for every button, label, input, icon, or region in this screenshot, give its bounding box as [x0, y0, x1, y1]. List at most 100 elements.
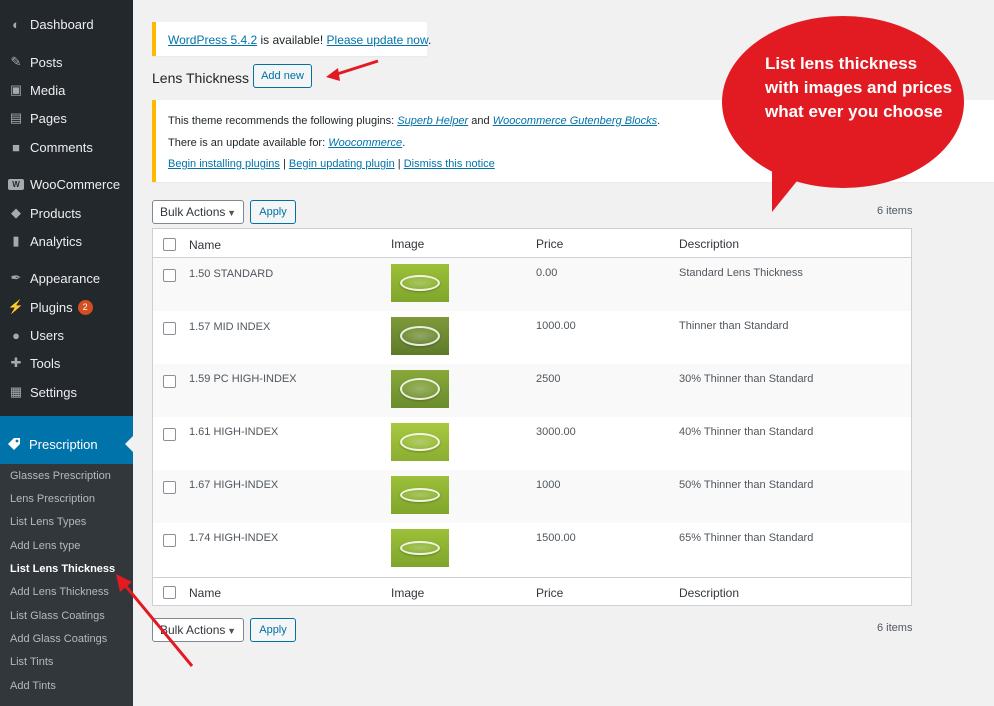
row-price: 1500.00 [536, 532, 576, 544]
lens-image-icon [400, 378, 440, 400]
woocommerce-link[interactable]: Woocommerce [328, 137, 402, 149]
row-description: 30% Thinner than Standard [679, 373, 814, 385]
sidebar-item-posts[interactable]: ✎ Posts [0, 50, 133, 74]
submenu-item[interactable]: List Tints [10, 656, 53, 668]
row-name[interactable]: 1.57 MID INDEX [189, 321, 270, 333]
row-checkbox[interactable] [163, 269, 176, 282]
submenu-item[interactable]: Add Tints [10, 680, 56, 692]
sidebar-item-products[interactable]: ◆ Products [0, 201, 133, 225]
column-header-image: Image [391, 237, 425, 251]
superb-helper-link[interactable]: Superb Helper [397, 115, 468, 127]
sidebar-item-pages[interactable]: ▤ Pages [0, 106, 133, 130]
column-header-name[interactable]: Name [189, 238, 221, 252]
column-footer-description[interactable]: Description [679, 586, 739, 600]
row-description: Thinner than Standard [679, 320, 789, 332]
bulk-actions-select-top[interactable]: Bulk Actions ▼ [152, 200, 244, 224]
lens-image-icon [400, 433, 440, 451]
sidebar-item-label: WooCommerce [30, 176, 121, 192]
apply-button-top[interactable]: Apply [250, 200, 296, 224]
submenu-item[interactable]: List Lens Types [10, 516, 86, 528]
row-checkbox[interactable] [163, 322, 176, 335]
row-price: 1000 [536, 479, 561, 491]
add-new-button[interactable]: Add new [253, 64, 312, 88]
column-header-price[interactable]: Price [536, 237, 563, 251]
row-name[interactable]: 1.74 HIGH-INDEX [189, 532, 278, 544]
submenu-item[interactable]: Add Lens Thickness [10, 586, 109, 598]
page-title: Lens Thickness [152, 70, 250, 86]
row-checkbox[interactable] [163, 481, 176, 494]
column-footer-image: Image [391, 586, 425, 600]
row-price: 0.00 [536, 267, 558, 279]
comments-icon: ■ [12, 139, 20, 155]
sidebar-item-label: Pages [30, 110, 67, 126]
lens-thickness-table: Name Image Price Description 1.50 STANDA… [152, 228, 912, 606]
sidebar-item-analytics[interactable]: ▮ Analytics [0, 229, 133, 253]
submenu-item[interactable]: Glasses Prescription [10, 470, 111, 482]
sidebar-item-plugins[interactable]: ⚡ Plugins 2 [0, 295, 133, 319]
sidebar-item-media[interactable]: ▣ Media [0, 78, 133, 102]
lens-thumbnail [391, 317, 449, 355]
sidebar-item-label: Comments [30, 139, 93, 155]
sidebar-item-woocommerce[interactable]: W WooCommerce [0, 172, 133, 196]
begin-installing-plugins-link[interactable]: Begin installing plugins [168, 158, 280, 170]
select-all-checkbox[interactable] [163, 238, 176, 251]
sidebar-item-label: Settings [30, 384, 77, 400]
items-count-top: 6 items [877, 205, 913, 217]
table-row: 1.74 HIGH-INDEX 1500.00 65% Thinner than… [153, 523, 911, 576]
row-name[interactable]: 1.67 HIGH-INDEX [189, 479, 278, 491]
table-row: 1.61 HIGH-INDEX 3000.00 40% Thinner than… [153, 417, 911, 470]
submenu-item[interactable]: Add Glass Coatings [10, 633, 107, 645]
update-notice-middle: is available! [257, 33, 327, 47]
sidebar-item-dashboard[interactable]: ◐ Dashboard [0, 12, 133, 36]
dashboard-icon: ◐ [12, 16, 20, 32]
row-name[interactable]: 1.61 HIGH-INDEX [189, 426, 278, 438]
plugin-notice-and: and [468, 115, 493, 127]
pin-icon: ✎ [10, 54, 22, 69]
sidebar-item-comments[interactable]: ■ Comments [0, 135, 133, 159]
table-row: 1.67 HIGH-INDEX 1000 50% Thinner than St… [153, 470, 911, 523]
apply-button-bottom[interactable]: Apply [250, 618, 296, 642]
please-update-link[interactable]: Please update now [327, 33, 428, 47]
dismiss-notice-link[interactable]: Dismiss this notice [404, 158, 495, 170]
lens-image-icon [400, 541, 440, 555]
appearance-icon: ✒ [10, 270, 22, 285]
tag-icon [6, 436, 22, 452]
column-header-description[interactable]: Description [679, 237, 739, 251]
row-checkbox[interactable] [163, 534, 176, 547]
gutenberg-blocks-link[interactable]: Woocommerce Gutenberg Blocks [493, 115, 657, 127]
update-notice-end: . [427, 33, 432, 47]
row-description: Standard Lens Thickness [679, 267, 803, 279]
sidebar-item-appearance[interactable]: ✒ Appearance [0, 266, 133, 290]
sidebar-item-tools[interactable]: ✚ Tools [0, 351, 133, 375]
plugin-notice-line1: This theme recommends the following plug… [168, 115, 660, 127]
table-footer: Name Image Price Description [153, 577, 911, 606]
begin-updating-plugin-link[interactable]: Begin updating plugin [289, 158, 395, 170]
submenu-item-current[interactable]: List Lens Thickness [10, 563, 115, 575]
media-icon: ▣ [9, 82, 23, 97]
sidebar-item-label: Prescription [29, 436, 98, 452]
chevron-down-icon: ▼ [227, 208, 236, 218]
sidebar-item-users[interactable]: ● Users [0, 323, 133, 347]
sidebar-item-label: Tools [30, 355, 61, 371]
submenu-item[interactable]: Lens Prescription [10, 493, 95, 505]
column-footer-price[interactable]: Price [536, 586, 563, 600]
sidebar-item-settings[interactable]: ▦ Settings [0, 380, 133, 404]
row-price: 2500 [536, 373, 561, 385]
table-row: 1.50 STANDARD 0.00 Standard Lens Thickne… [153, 258, 911, 311]
sidebar-item-label: Media [30, 82, 66, 98]
items-count-bottom: 6 items [877, 622, 913, 634]
submenu-item[interactable]: Add Lens type [10, 540, 80, 552]
wordpress-version-link[interactable]: WordPress 5.4.2 [168, 33, 257, 47]
submenu-item[interactable]: List Glass Coatings [10, 610, 105, 622]
row-checkbox[interactable] [163, 375, 176, 388]
sidebar-item-label: Posts [30, 54, 63, 70]
plugin-notice-prefix: This theme recommends the following plug… [168, 115, 398, 127]
sidebar-item-label: Plugins [30, 299, 73, 315]
plugin-notice-update-prefix: There is an update available for: [168, 137, 329, 149]
settings-icon: ▦ [9, 384, 23, 399]
table-row: 1.57 MID INDEX 1000.00 Thinner than Stan… [153, 311, 911, 364]
row-checkbox[interactable] [163, 428, 176, 441]
row-name[interactable]: 1.59 PC HIGH-INDEX [189, 373, 297, 385]
row-name[interactable]: 1.50 STANDARD [189, 268, 273, 280]
lens-thumbnail [391, 370, 449, 408]
